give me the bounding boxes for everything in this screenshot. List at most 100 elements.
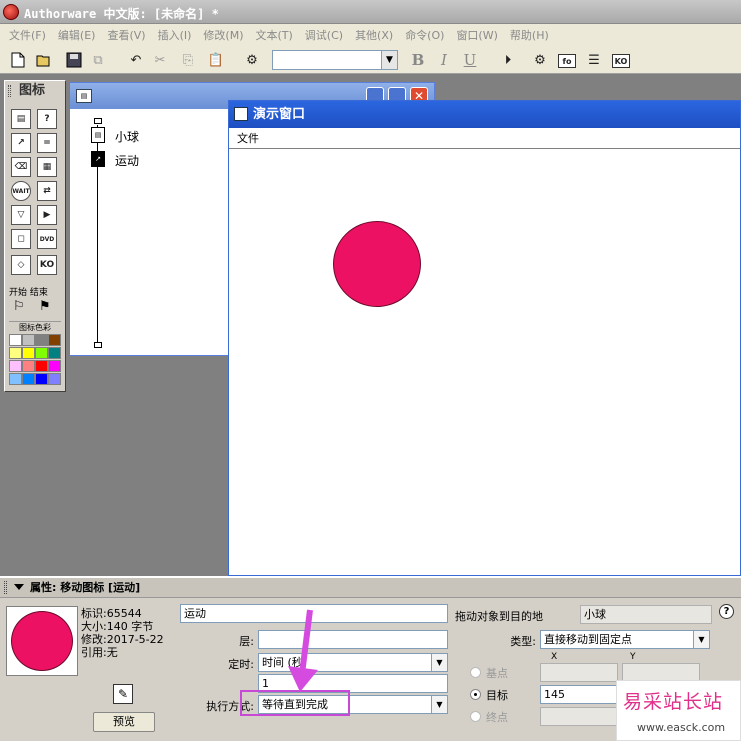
icon-color-label: 图标色彩 <box>9 321 61 332</box>
radio-base-label: 基点 <box>486 667 508 680</box>
color-swatch[interactable] <box>9 373 22 385</box>
diamond-icon[interactable]: ◇ <box>11 255 31 275</box>
italic-button[interactable]: I <box>434 51 454 69</box>
new-file-icon[interactable] <box>8 51 28 69</box>
color-swatch[interactable] <box>9 347 22 359</box>
navigate-icon[interactable]: ⇄ <box>37 181 57 201</box>
red-ball[interactable] <box>333 221 421 307</box>
toolbar: ⧉ ↶ ✂ ⎘ 📋 ⚙ ▼ B I U ⏵ ⚙ fo ☰ KO <box>0 46 741 74</box>
display-icon[interactable]: ▤ <box>91 127 105 143</box>
grip-icon[interactable] <box>4 581 7 594</box>
color-swatch[interactable] <box>35 334 48 346</box>
menu-view[interactable]: 查看(V) <box>101 27 151 43</box>
color-swatch[interactable] <box>48 334 61 346</box>
menu-debug[interactable]: 调试(C) <box>299 27 349 43</box>
undo-icon[interactable]: ↶ <box>126 51 146 69</box>
document-icon: ▤ <box>76 89 92 103</box>
import-icon[interactable]: ⧉ <box>88 51 108 69</box>
menu-text[interactable]: 文本(T) <box>249 27 298 43</box>
grip-icon[interactable] <box>8 85 11 97</box>
framework-icon[interactable]: ▽ <box>11 205 31 225</box>
menu-command[interactable]: 命令(O) <box>399 27 450 43</box>
color-swatch[interactable] <box>22 334 35 346</box>
open-icon[interactable]: ✎ <box>113 684 133 704</box>
start-flag-icon[interactable]: ⚐ <box>13 299 25 314</box>
start-end-label: 开始 结束 <box>9 288 48 298</box>
menu-window[interactable]: 窗口(W) <box>450 27 503 43</box>
presentation-menu-file[interactable]: 文件 <box>229 128 740 149</box>
color-swatch[interactable] <box>35 347 48 359</box>
target-x-field[interactable]: 145 <box>540 685 618 704</box>
restart-icon[interactable]: ⏵ <box>498 51 518 69</box>
paste-icon[interactable]: 📋 <box>206 51 226 69</box>
title-bar: Authorware 中文版: [未命名] * <box>0 0 741 24</box>
ko-icon[interactable]: KO <box>37 255 57 275</box>
color-swatch[interactable] <box>22 360 35 372</box>
presentation-window: 演示窗口 文件 <box>228 100 741 576</box>
motion-icon[interactable]: ↗ <box>91 151 105 167</box>
erase-icon[interactable]: ⌫ <box>11 157 31 177</box>
dvd-icon[interactable]: DVD <box>37 229 57 249</box>
color-swatch[interactable] <box>48 360 61 372</box>
color-swatch[interactable] <box>22 347 35 359</box>
color-swatch[interactable] <box>48 347 61 359</box>
digital-movie-icon[interactable]: ▶ <box>37 205 57 225</box>
knowledge-objects-button[interactable]: KO <box>612 54 630 68</box>
annotation-arrow-icon <box>288 609 318 692</box>
flowline-title: [未命名] <box>124 115 176 129</box>
color-swatch[interactable] <box>35 360 48 372</box>
radio-target[interactable] <box>470 689 481 700</box>
drag-object-field[interactable]: 小球 <box>580 605 712 624</box>
menu-edit[interactable]: 编辑(E) <box>52 27 102 43</box>
calculation-icon[interactable]: = <box>37 133 57 153</box>
decision-icon[interactable]: ◻ <box>11 229 31 249</box>
preview-button[interactable]: 预览 <box>93 712 155 732</box>
variables-icon[interactable]: ☰ <box>584 51 604 69</box>
presentation-stage[interactable] <box>229 149 740 575</box>
collapse-triangle-icon[interactable] <box>14 584 24 590</box>
window-title: Authorware 中文版: [未命名] * <box>24 7 219 21</box>
drag-label: 拖动对象到目的地 <box>455 610 543 623</box>
help-icon[interactable]: ? <box>719 604 734 619</box>
find-icon[interactable]: ⚙ <box>242 51 262 69</box>
color-swatch[interactable] <box>9 360 22 372</box>
menu-other[interactable]: 其他(X) <box>349 27 399 43</box>
bold-button[interactable]: B <box>408 51 428 69</box>
radio-base[interactable] <box>470 667 481 678</box>
save-icon[interactable] <box>64 51 84 69</box>
radio-target-label: 目标 <box>486 689 508 702</box>
end-x-field[interactable] <box>540 707 618 726</box>
underline-button[interactable]: U <box>460 51 480 69</box>
cut-icon[interactable]: ✂ <box>150 51 170 69</box>
chevron-down-icon: ▼ <box>693 631 709 648</box>
display-icon[interactable]: ▤ <box>11 109 31 129</box>
color-swatch[interactable] <box>9 334 22 346</box>
flow-icon-label[interactable]: 小球 <box>115 128 139 145</box>
color-swatch[interactable] <box>35 373 48 385</box>
functions-button[interactable]: fo <box>558 54 576 68</box>
end-flag-icon[interactable]: ⚑ <box>39 299 51 314</box>
wait-icon[interactable]: WAIT <box>11 181 31 201</box>
map-icon[interactable]: ▦ <box>37 157 57 177</box>
motion-type-dropdown[interactable]: 直接移动到固定点 ▼ <box>540 630 710 649</box>
open-file-icon[interactable] <box>34 51 54 69</box>
interaction-icon[interactable]: ? <box>37 109 57 129</box>
menu-file[interactable]: 文件(F) <box>3 27 52 43</box>
flow-icon-label[interactable]: 运动 <box>115 152 139 169</box>
color-swatch[interactable] <box>48 373 61 385</box>
menu-insert[interactable]: 插入(I) <box>152 27 198 43</box>
color-swatch[interactable] <box>22 373 35 385</box>
base-x-field[interactable] <box>540 663 618 682</box>
properties-header[interactable]: 属性: 移动图标 [运动] <box>0 578 741 598</box>
menu-bar: 文件(F) 编辑(E) 查看(V) 插入(I) 修改(M) 文本(T) 调试(C… <box>0 24 741 46</box>
icon-palette: 图标 ▤ ? ↗ = ⌫ ▦ WAIT ⇄ ▽ ▶ ◻ DVD ◇ KO 开始 … <box>4 80 66 392</box>
motion-icon[interactable]: ↗ <box>11 133 31 153</box>
copy-icon[interactable]: ⎘ <box>178 51 198 69</box>
text-style-dropdown[interactable]: ▼ <box>272 50 398 70</box>
radio-end[interactable] <box>470 711 481 722</box>
menu-help[interactable]: 帮助(H) <box>504 27 555 43</box>
chevron-down-icon: ▼ <box>381 51 397 69</box>
control-panel-icon[interactable]: ⚙ <box>530 51 550 69</box>
presentation-title: 演示窗口 <box>253 107 306 122</box>
menu-modify[interactable]: 修改(M) <box>197 27 249 43</box>
